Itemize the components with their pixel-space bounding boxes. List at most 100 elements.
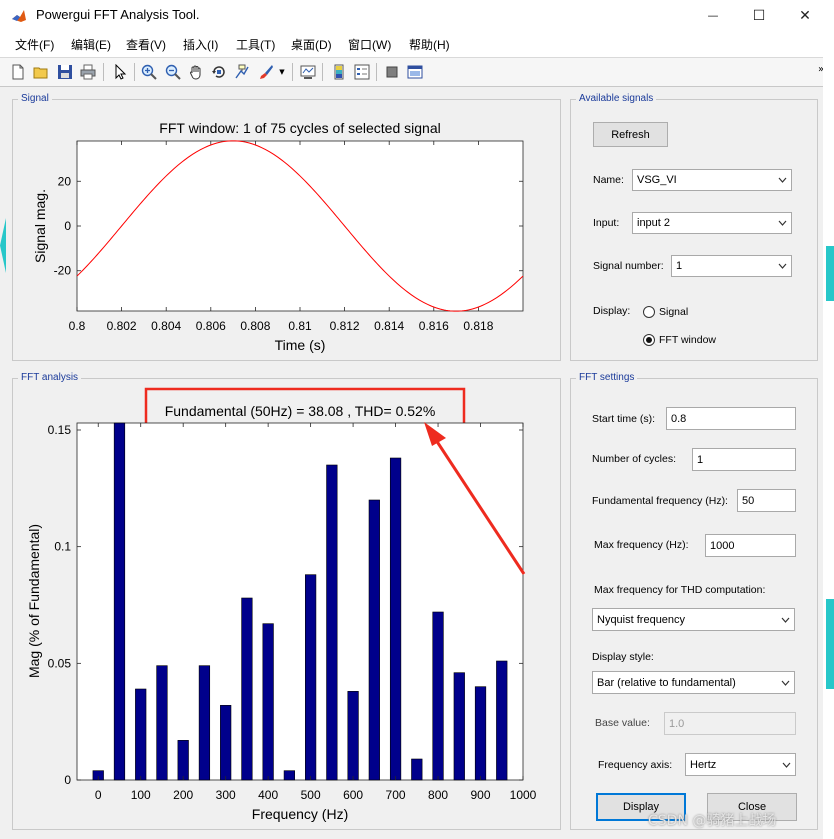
signal-xtick-label: 0.802 (107, 319, 137, 333)
maximize-button[interactable]: ☐ (736, 0, 782, 31)
menu-insert[interactable]: 插入(I) (183, 36, 218, 53)
folder-icon (33, 67, 48, 79)
signal-ytick-label: 0 (64, 219, 71, 233)
zoom-in-button[interactable] (139, 62, 159, 82)
menu-tools[interactable]: 工具(T) (236, 36, 275, 53)
fft-bar (198, 665, 211, 781)
signal-xtick-label: 0.808 (240, 319, 270, 333)
fft-settings-panel: FFT settings Start time (s): 0.8 Number … (570, 372, 818, 830)
brush-dropdown[interactable]: ▼ (276, 62, 288, 82)
fft-ytick-label: 0 (64, 773, 71, 787)
available-signals-title: Available signals (576, 93, 657, 104)
signal-ylabel: Signal mag. (32, 189, 48, 263)
show-plot-tools-button[interactable] (405, 62, 425, 82)
toolbar: ▼ » (0, 57, 834, 87)
save-button[interactable] (55, 62, 75, 82)
display-style-value: Bar (relative to fundamental) (597, 676, 736, 689)
caret-down-icon: ▼ (279, 68, 285, 76)
signal-xtick-label: 0.812 (330, 319, 360, 333)
pan-button[interactable] (186, 62, 206, 82)
print-icon (80, 64, 96, 80)
background-window-edge (823, 31, 834, 839)
fft-xtick-label: 300 (216, 788, 236, 802)
display-fft-window-radio[interactable] (643, 334, 655, 346)
fft-bar (156, 665, 168, 781)
frequency-axis-value: Hertz (690, 758, 717, 771)
fft-xlabel: Frequency (Hz) (252, 806, 348, 822)
fft-bar (135, 688, 147, 781)
signal-chart: FFT window: 1 of 75 cycles of selected s… (32, 120, 524, 353)
fundamental-frequency-field[interactable]: 50 (737, 489, 796, 512)
data-cursor-button[interactable] (232, 62, 252, 82)
maximize-icon: ☐ (752, 7, 766, 24)
fft-bar (411, 758, 423, 781)
fundamental-frequency-label: Fundamental frequency (Hz): (592, 495, 728, 507)
fft-xtick-label: 900 (471, 788, 491, 802)
signal-xtick-label: 0.804 (151, 319, 181, 333)
save-icon (58, 65, 72, 79)
fft-xtick-label: 100 (131, 788, 151, 802)
legend-button[interactable] (352, 62, 372, 82)
new-figure-button[interactable] (8, 62, 28, 82)
fft-bar (305, 574, 317, 781)
pointer-button[interactable] (110, 62, 130, 82)
menu-help[interactable]: 帮助(H) (409, 36, 450, 53)
thd-frequency-select[interactable]: Nyquist frequency (592, 608, 795, 631)
signal-xtick-label: 0.8 (69, 319, 86, 333)
fft-xtick-label: 500 (301, 788, 321, 802)
legend-icon (354, 64, 370, 80)
input-label: Input: (593, 217, 620, 229)
fft-bar (432, 611, 444, 781)
signal-xtick-label: 0.816 (419, 319, 449, 333)
menu-window[interactable]: 窗口(W) (348, 36, 391, 53)
rotate-button[interactable] (209, 62, 229, 82)
brush-button[interactable] (256, 62, 276, 82)
input-select[interactable]: input 2 (632, 212, 792, 234)
display-style-select[interactable]: Bar (relative to fundamental) (592, 671, 795, 694)
print-button[interactable] (78, 62, 98, 82)
name-select[interactable]: VSG_VI (632, 169, 792, 191)
fft-ylabel: Mag (% of Fundamental) (26, 524, 42, 678)
minimize-button[interactable]: — (690, 0, 736, 31)
max-frequency-field[interactable]: 1000 (705, 534, 796, 557)
background-window-shape (0, 218, 6, 273)
menu-bar: 文件(F) 编辑(E) 查看(V) 插入(I) 工具(T) 桌面(D) 窗口(W… (0, 31, 834, 57)
menu-file[interactable]: 文件(F) (15, 36, 54, 53)
link-plot-button[interactable] (298, 62, 318, 82)
refresh-button[interactable]: Refresh (593, 122, 668, 147)
start-time-field[interactable]: 0.8 (666, 407, 796, 430)
open-button[interactable] (31, 62, 51, 82)
title-bar: Powergui FFT Analysis Tool. — ☐ ✕ (0, 0, 834, 31)
menu-edit[interactable]: 编辑(E) (71, 36, 111, 53)
new-file-icon (12, 64, 24, 80)
zoom-in-icon (141, 64, 157, 80)
fft-bar (368, 499, 380, 781)
close-window-button[interactable]: ✕ (782, 0, 828, 31)
fft-ytick-label: 0.15 (48, 423, 72, 437)
fft-ytick-label: 0.05 (48, 656, 72, 670)
zoom-out-button[interactable] (163, 62, 183, 82)
display-signal-radio[interactable] (643, 306, 655, 318)
signal-xtick-label: 0.806 (196, 319, 226, 333)
fft-bar (113, 422, 126, 781)
signal-xtick-label: 0.818 (463, 319, 493, 333)
fft-bar (283, 770, 295, 781)
base-value-field: 1.0 (664, 712, 796, 735)
chevron-down-icon (777, 672, 794, 693)
menu-view[interactable]: 查看(V) (126, 36, 166, 53)
link-plot-icon (300, 65, 316, 79)
chevron-down-icon (777, 609, 794, 630)
colorbar-button[interactable] (329, 62, 349, 82)
menu-desktop[interactable]: 桌面(D) (291, 36, 332, 53)
cycles-field[interactable]: 1 (692, 448, 796, 471)
hide-tools-icon (386, 66, 398, 78)
name-label: Name: (593, 174, 624, 186)
signal-xtick-label: 0.81 (288, 319, 312, 333)
signal-number-select[interactable]: 1 (671, 255, 792, 277)
frequency-axis-select[interactable]: Hertz (685, 753, 796, 776)
fft-xtick-label: 0 (95, 788, 102, 802)
fft-xtick-label: 600 (343, 788, 363, 802)
available-signals-panel: Available signals Refresh Name: VSG_VI I… (570, 93, 818, 361)
display-fft-window-label: FFT window (659, 334, 716, 346)
hide-plot-tools-button[interactable] (382, 62, 402, 82)
